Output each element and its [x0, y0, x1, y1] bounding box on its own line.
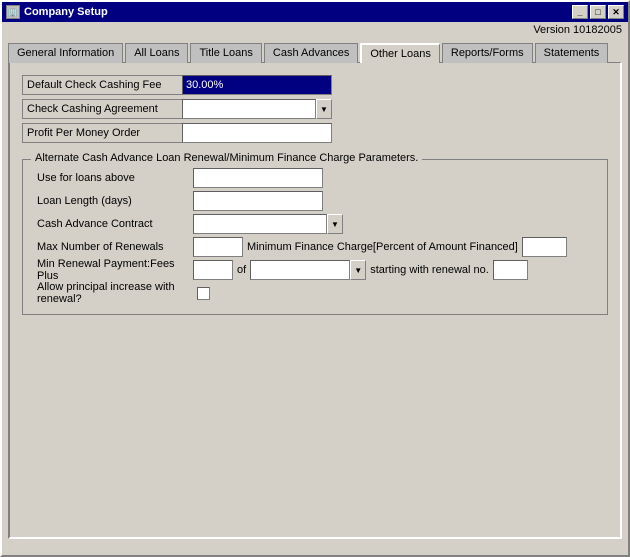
min-renewal-label: Min Renewal Payment:Fees Plus: [33, 260, 193, 280]
tab-other-loans[interactable]: Other Loans: [360, 43, 440, 63]
cash-advance-contract-label: Cash Advance Contract: [33, 214, 193, 234]
tab-all-loans[interactable]: All Loans: [125, 43, 188, 63]
renewals-finance-row: Max Number of Renewals Minimum Finance C…: [33, 237, 597, 257]
title-bar: 🏢 Company Setup _ □ ✕: [2, 2, 628, 22]
starting-with-input[interactable]: [493, 260, 528, 280]
max-renewals-input[interactable]: [193, 237, 243, 257]
title-bar-controls: _ □ ✕: [572, 5, 624, 19]
profit-money-order-label: Profit Per Money Order: [22, 123, 182, 143]
max-renewals-label: Max Number of Renewals: [33, 237, 193, 257]
min-renewal-input[interactable]: [193, 260, 233, 280]
title-bar-left: 🏢 Company Setup: [6, 5, 108, 19]
cash-advance-contract-dropdown[interactable]: ▼: [327, 214, 343, 234]
main-window: 🏢 Company Setup _ □ ✕ Version 10182005 G…: [0, 0, 630, 557]
profit-money-order-input[interactable]: [182, 123, 332, 143]
check-cashing-fee-row: Default Check Cashing Fee: [22, 75, 608, 95]
close-button[interactable]: ✕: [608, 5, 624, 19]
tab-statements[interactable]: Statements: [535, 43, 609, 63]
group-box: Alternate Cash Advance Loan Renewal/Mini…: [22, 159, 608, 315]
content-area: Default Check Cashing Fee Check Cashing …: [8, 62, 622, 539]
cash-advance-contract-input[interactable]: [193, 214, 327, 234]
use-for-loans-input[interactable]: [193, 168, 323, 188]
tab-title-loans[interactable]: Title Loans: [190, 43, 261, 63]
of-label: of: [233, 264, 250, 276]
tab-general-information[interactable]: General Information: [8, 43, 123, 63]
allow-principal-label: Allow principal increase with renewal?: [33, 283, 193, 303]
allow-principal-row: Allow principal increase with renewal?: [33, 283, 597, 303]
check-cashing-fee-input[interactable]: [182, 75, 332, 95]
cash-advance-contract-input-wrapper: ▼: [193, 214, 343, 234]
tab-reports-forms[interactable]: Reports/Forms: [442, 43, 533, 63]
window-icon: 🏢: [6, 5, 20, 19]
check-cashing-agreement-input-wrapper: ▼: [182, 99, 332, 119]
min-renewal-row: Min Renewal Payment:Fees Plus of ▼ start…: [33, 260, 597, 280]
loan-length-row: Loan Length (days): [33, 191, 597, 211]
starting-with-label: starting with renewal no.: [366, 264, 493, 276]
min-finance-charge-label: Minimum Finance Charge[Percent of Amount…: [247, 241, 518, 253]
window-title: Company Setup: [24, 6, 108, 18]
minimize-button[interactable]: _: [572, 5, 588, 19]
maximize-button[interactable]: □: [590, 5, 606, 19]
check-cashing-agreement-label: Check Cashing Agreement: [22, 99, 182, 119]
min-finance-charge-input[interactable]: [522, 237, 567, 257]
group-box-legend: Alternate Cash Advance Loan Renewal/Mini…: [31, 152, 422, 164]
use-for-loans-row: Use for loans above: [33, 168, 597, 188]
tabs-container: General Information All Loans Title Loan…: [2, 38, 628, 62]
of-input[interactable]: [250, 260, 350, 280]
check-cashing-fee-label: Default Check Cashing Fee: [22, 75, 182, 95]
tab-cash-advances[interactable]: Cash Advances: [264, 43, 358, 63]
profit-money-order-row: Profit Per Money Order: [22, 123, 608, 143]
loan-length-input[interactable]: [193, 191, 323, 211]
check-cashing-agreement-row: Check Cashing Agreement ▼: [22, 99, 608, 119]
cash-advance-contract-row: Cash Advance Contract ▼: [33, 214, 597, 234]
use-for-loans-label: Use for loans above: [33, 168, 193, 188]
version-bar: Version 10182005: [2, 22, 628, 38]
loan-length-label: Loan Length (days): [33, 191, 193, 211]
of-dropdown[interactable]: ▼: [350, 260, 366, 280]
allow-principal-checkbox[interactable]: [197, 287, 210, 300]
version-text: Version 10182005: [533, 24, 622, 36]
check-cashing-agreement-input[interactable]: [182, 99, 316, 119]
check-cashing-agreement-dropdown[interactable]: ▼: [316, 99, 332, 119]
